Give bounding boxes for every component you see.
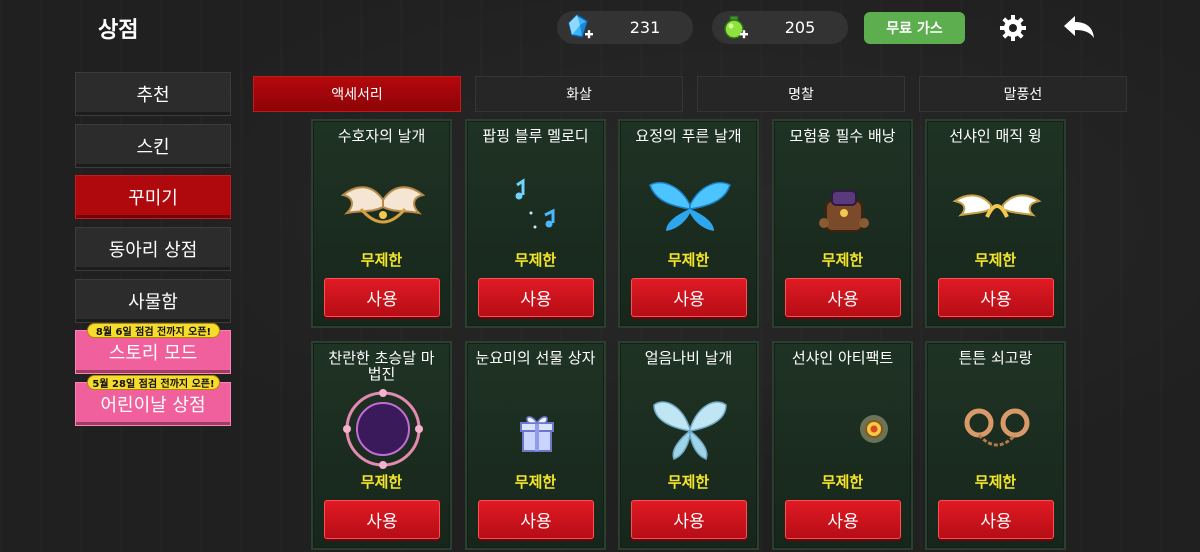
golden-wings-icon xyxy=(340,186,426,224)
back-arrow-icon[interactable] xyxy=(1062,14,1096,42)
item-card: 눈요미의 선물 상자 무제한 사용 xyxy=(465,341,606,550)
blue-gem-plus-icon xyxy=(568,14,593,39)
sun-artifact-icon xyxy=(860,415,888,443)
item-name: 선샤인 매직 윙 xyxy=(949,127,1042,145)
item-limit: 무제한 xyxy=(514,251,557,269)
item-name: 선샤인 아티팩트 xyxy=(791,349,894,367)
crescent-magic-circle-icon xyxy=(343,389,423,469)
ice-butterfly-wings-icon xyxy=(653,401,727,460)
tab-speech-bubble[interactable]: 말풍선 xyxy=(919,76,1127,112)
use-button[interactable]: 사용 xyxy=(631,500,747,539)
childrens-day-badge: 5월 28일 점검 전까지 오픈! xyxy=(87,375,220,390)
gas-count: 205 xyxy=(784,18,816,37)
use-button[interactable]: 사용 xyxy=(631,278,747,317)
use-button[interactable]: 사용 xyxy=(785,278,901,317)
item-name: 팝핑 블루 멜로디 xyxy=(482,127,589,145)
item-name: 튼튼 쇠고랑 xyxy=(958,349,1033,367)
item-card: 수호자의 날개 무제한 사용 xyxy=(311,119,452,328)
item-limit: 무제한 xyxy=(821,251,864,269)
item-name: 모험용 필수 배낭 xyxy=(789,127,896,145)
story-mode-badge: 8월 6일 점검 전까지 오픈! xyxy=(87,323,220,338)
gas-currency[interactable]: 205 xyxy=(712,11,848,44)
use-button[interactable]: 사용 xyxy=(785,500,901,539)
item-card: 팝핑 블루 멜로디 무제한 사용 xyxy=(465,119,606,328)
item-card: 모험용 필수 배낭 무제한 사용 xyxy=(772,119,913,328)
backpack-icon xyxy=(819,190,869,232)
sidebar-item-club-shop[interactable]: 동아리 상점 xyxy=(75,227,231,271)
item-limit: 무제한 xyxy=(974,251,1017,269)
item-limit: 무제한 xyxy=(667,251,710,269)
item-limit: 무제한 xyxy=(360,473,403,491)
tab-accessory[interactable]: 액세서리 xyxy=(253,76,461,112)
item-card: 튼튼 쇠고랑 무제한 사용 xyxy=(925,341,1066,550)
white-angel-wings-icon xyxy=(952,194,1042,218)
item-card: 선샤인 매직 윙 무제한 사용 xyxy=(925,119,1066,328)
gem-currency[interactable]: 231 xyxy=(557,11,693,44)
item-limit: 무제한 xyxy=(821,473,864,491)
gem-count: 231 xyxy=(629,18,661,37)
page-title: 상점 xyxy=(98,18,139,43)
music-notes-icon xyxy=(515,178,555,229)
item-limit: 무제한 xyxy=(667,473,710,491)
green-gas-flask-plus-icon xyxy=(724,15,748,39)
item-name: 수호자의 날개 xyxy=(337,127,426,145)
item-limit: 무제한 xyxy=(360,251,403,269)
gear-icon[interactable] xyxy=(999,14,1027,42)
sidebar-item-skin[interactable]: 스킨 xyxy=(75,124,231,168)
use-button[interactable]: 사용 xyxy=(938,278,1054,317)
use-button[interactable]: 사용 xyxy=(478,500,594,539)
tab-arrow[interactable]: 화살 xyxy=(475,76,683,112)
item-card: 얼음나비 날개 무제한 사용 xyxy=(618,341,759,550)
item-limit: 무제한 xyxy=(974,473,1017,491)
item-name: 요정의 푸른 날개 xyxy=(635,127,742,145)
handcuffs-icon xyxy=(964,408,1030,447)
use-button[interactable]: 사용 xyxy=(324,500,440,539)
item-card: 찬란한 초승달 마법진 무제한 사용 xyxy=(311,341,452,550)
sidebar-item-recommended[interactable]: 추천 xyxy=(75,72,231,116)
sidebar-item-locker[interactable]: 사물함 xyxy=(75,279,231,323)
free-gas-button[interactable]: 무료 가스 xyxy=(864,12,965,44)
use-button[interactable]: 사용 xyxy=(324,278,440,317)
sidebar-item-decorate[interactable]: 꾸미기 xyxy=(75,175,231,219)
use-button[interactable]: 사용 xyxy=(938,500,1054,539)
tab-nametag[interactable]: 명찰 xyxy=(697,76,905,112)
item-card: 요정의 푸른 날개 무제한 사용 xyxy=(618,119,759,328)
use-button[interactable]: 사용 xyxy=(478,278,594,317)
item-name: 눈요미의 선물 상자 xyxy=(475,349,596,367)
item-limit: 무제한 xyxy=(514,473,557,491)
blue-fairy-wings-icon xyxy=(649,182,731,231)
item-card: 선샤인 아티팩트 무제한 사용 xyxy=(772,341,913,550)
gift-box-icon xyxy=(520,416,554,452)
item-name: 얼음나비 날개 xyxy=(644,349,733,367)
